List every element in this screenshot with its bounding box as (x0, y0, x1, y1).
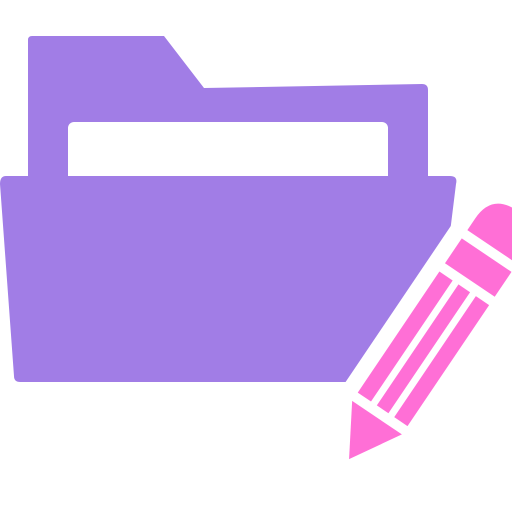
edit-folder-icon (0, 36, 512, 479)
edit-folder-illustration (0, 0, 512, 512)
